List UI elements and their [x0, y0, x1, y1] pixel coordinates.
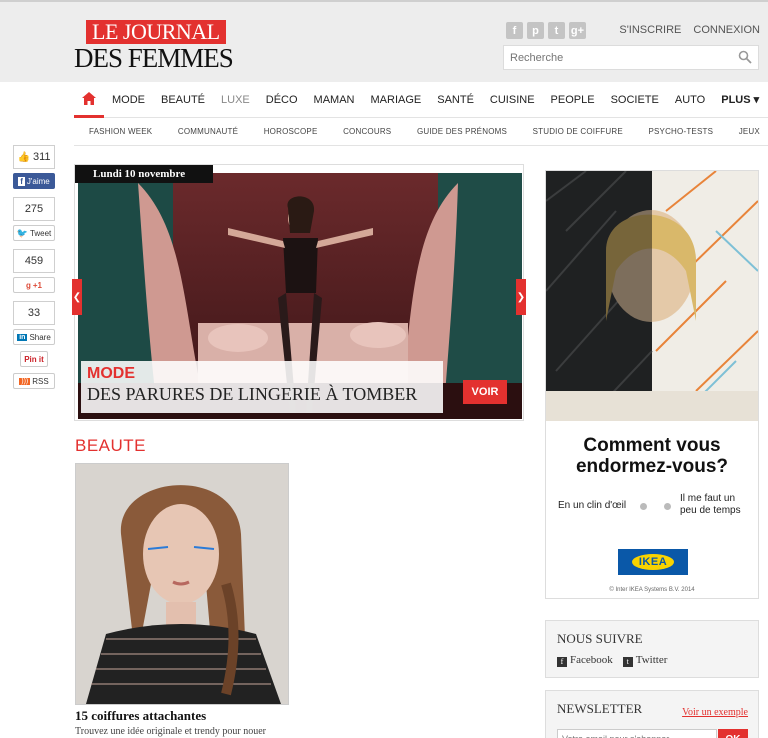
facebook-like-button[interactable]: f J'aime — [13, 173, 55, 189]
ikea-logo-text: IKEA — [631, 554, 675, 570]
chevron-left-icon: ❮ — [72, 291, 82, 303]
ad-option-2-label[interactable]: Il me faut un peu de temps — [680, 493, 754, 517]
follow-facebook-label: Facebook — [570, 654, 613, 666]
hero-title: DES PARURES DE LINGERIE À TOMBER — [87, 384, 418, 404]
subnav-psycho-tests[interactable]: PSYCHO-TESTS — [648, 127, 713, 136]
search-icon[interactable] — [738, 50, 752, 64]
hero-voir-button[interactable]: VOIR — [463, 380, 507, 404]
newsletter-ok-button[interactable]: OK — [718, 729, 748, 738]
carousel-next-button[interactable]: ❯ — [516, 279, 526, 315]
subnav-jeux[interactable]: JEUX — [739, 127, 760, 136]
subnav-studio-coiffure[interactable]: STUDIO DE COIFFURE — [533, 127, 623, 136]
rss-button[interactable]: ))) RSS — [13, 373, 55, 389]
ikea-advertisement[interactable]: Comment vous endormez-vous? En un clin d… — [545, 170, 759, 599]
like-count-box: 👍 311 — [13, 145, 55, 169]
carousel-prev-button[interactable]: ❮ — [72, 279, 82, 315]
pinit-button[interactable]: Pin it — [20, 351, 48, 367]
linkedin-share-button[interactable]: in Share — [13, 329, 55, 345]
ad-option-1-label[interactable]: En un clin d'œil — [558, 500, 626, 511]
search-box — [503, 45, 759, 70]
logo-bottom: DES FEMMES — [74, 43, 234, 73]
twitter-icon[interactable]: t — [548, 22, 565, 39]
site-logo[interactable]: LE JOURNAL DES FEMMES — [74, 16, 244, 73]
follow-title: NOUS SUIVRE — [557, 631, 643, 646]
follow-twitter-link[interactable]: t Twitter — [622, 654, 668, 667]
subnav-fashion-week[interactable]: FASHION WEEK — [89, 127, 152, 136]
nav-item-people[interactable]: PEOPLE — [543, 82, 603, 118]
subnav-guide-prenoms[interactable]: GUIDE DES PRÉNOMS — [417, 127, 507, 136]
main-nav: MODE BEAUTÉ LUXE DÉCO MAMAN MARIAGE SANT… — [74, 82, 768, 118]
hero-caption[interactable]: MODE DES PARURES DE LINGERIE À TOMBER — [81, 361, 443, 413]
googleplus-icon[interactable]: g+ — [569, 22, 586, 39]
facebook-icon[interactable]: f — [506, 22, 523, 39]
newsletter-email-input[interactable] — [557, 729, 717, 738]
share-column: 👍 311 f J'aime 275 🐦 Tweet 459 g +1 33 i… — [13, 145, 57, 389]
logo-top: LE JOURNAL — [86, 20, 226, 44]
social-icons: f p t g+ — [506, 22, 586, 39]
nav-item-societe[interactable]: SOCIETE — [603, 82, 667, 118]
nav-item-mariage[interactable]: MARIAGE — [363, 82, 430, 118]
gplus-button[interactable]: g +1 — [13, 277, 55, 293]
search-input[interactable] — [504, 46, 724, 69]
linkedin-label: Share — [29, 332, 51, 342]
twitter-icon: t — [622, 657, 633, 667]
subnav-concours[interactable]: CONCOURS — [343, 127, 391, 136]
chevron-right-icon: ❯ — [516, 291, 526, 303]
pinterest-icon[interactable]: p — [527, 22, 544, 39]
ad-copyright: © Inter IKEA Systems B.V. 2014 — [609, 587, 695, 593]
ad-option-2-radio[interactable] — [664, 503, 671, 510]
nav-item-more[interactable]: PLUS ▾ — [713, 82, 767, 118]
nav-item-mode[interactable]: MODE — [104, 82, 153, 118]
googleplus-icon: g — [25, 280, 31, 290]
tweet-label: Tweet — [29, 228, 52, 238]
facebook-icon: f — [557, 657, 567, 667]
nav-item-sante[interactable]: SANTÉ — [429, 82, 482, 118]
ikea-logo[interactable]: IKEA — [618, 549, 688, 575]
hero-carousel[interactable]: Lundi 10 novembre ❮ ❯ MODE DES PARURES D… — [72, 164, 526, 421]
follow-links: f Facebook t Twitter — [557, 654, 667, 667]
ad-image — [546, 171, 758, 422]
nav-item-maman[interactable]: MAMAN — [306, 82, 363, 118]
hero-category: MODE — [87, 365, 135, 382]
home-icon[interactable] — [74, 82, 104, 118]
ad-question: Comment vous endormez-vous? — [575, 435, 729, 477]
newsletter-title: NEWSLETTER — [557, 701, 643, 716]
rss-icon: ))) — [19, 377, 31, 385]
beaute-article-image[interactable] — [75, 463, 289, 705]
ad-option-1-radio[interactable] — [640, 503, 647, 510]
hero-date: Lundi 10 novembre — [75, 165, 213, 183]
gplus-label: +1 — [32, 280, 42, 290]
sub-nav: FASHION WEEK COMMUNAUTÉ HOROSCOPE CONCOU… — [74, 118, 768, 146]
nav-item-auto[interactable]: AUTO — [667, 82, 713, 118]
login-link[interactable]: CONNEXION — [693, 24, 760, 36]
nav-item-luxe[interactable]: LUXE — [213, 82, 258, 118]
follow-twitter-label: Twitter — [635, 654, 668, 666]
rss-label: RSS — [32, 376, 49, 386]
newsletter-example-link[interactable]: Voir un exemple — [682, 707, 748, 718]
subnav-communaute[interactable]: COMMUNAUTÉ — [178, 127, 238, 136]
nav-item-cuisine[interactable]: CUISINE — [482, 82, 543, 118]
thumbs-up-icon: 👍 — [17, 152, 30, 163]
signup-link[interactable]: S'INSCRIRE — [619, 24, 681, 36]
tweet-count: 275 — [13, 197, 55, 221]
tweet-button[interactable]: 🐦 Tweet — [13, 225, 55, 241]
beaute-section-title[interactable]: BEAUTE — [75, 436, 146, 456]
linkedin-count: 33 — [13, 301, 55, 325]
nav-item-deco[interactable]: DÉCO — [258, 82, 306, 118]
follow-box: NOUS SUIVRE f Facebook t Twitter — [545, 620, 759, 678]
linkedin-icon: in — [17, 333, 28, 341]
newsletter-box: NEWSLETTER Voir un exemple OK — [545, 690, 759, 738]
beaute-article-title[interactable]: 15 coiffures attachantes — [75, 708, 206, 724]
nav-item-beaute[interactable]: BEAUTÉ — [153, 82, 213, 118]
follow-facebook-link[interactable]: f Facebook — [557, 654, 613, 667]
gplus-count: 459 — [13, 249, 55, 273]
facebook-like-label: J'aime — [26, 176, 50, 186]
subnav-horoscope[interactable]: HOROSCOPE — [264, 127, 318, 136]
like-count: 311 — [32, 151, 51, 163]
facebook-icon: f — [18, 176, 25, 186]
twitter-icon: 🐦 — [16, 227, 28, 238]
beaute-article-desc: Trouvez une idée originale et trendy pou… — [75, 726, 266, 737]
account-links: S'INSCRIRE CONNEXION — [619, 24, 760, 36]
site-header: LE JOURNAL DES FEMMES f p t g+ S'INSCRIR… — [0, 0, 768, 82]
